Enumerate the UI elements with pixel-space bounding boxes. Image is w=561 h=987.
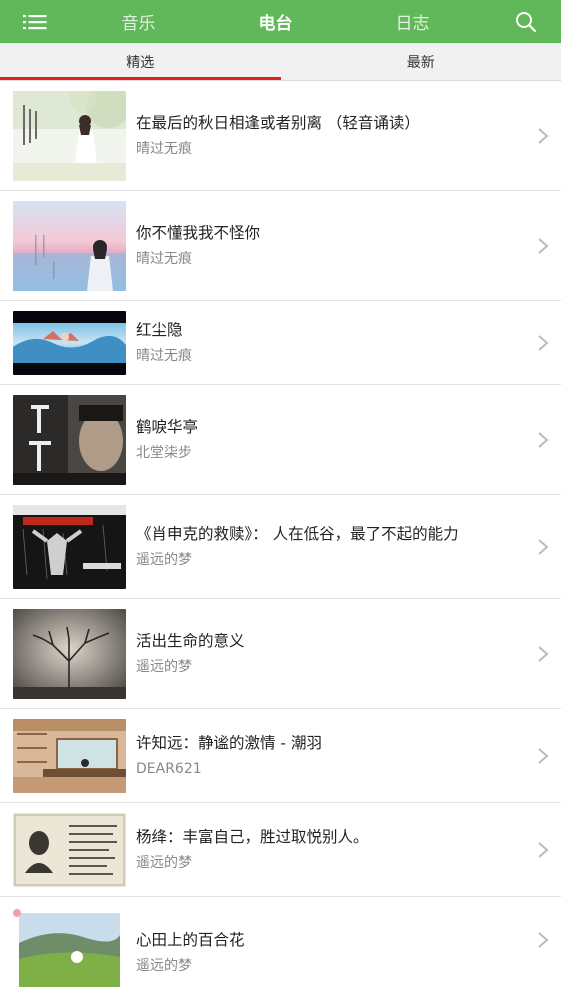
thumbnail-lily-field (13, 907, 126, 987)
radio-list: 在最后的秋日相逢或者别离 （轻音诵读） 晴过无痕 你不懂我我不怪你 晴过无痕 (0, 81, 561, 987)
item-author: 遥远的梦 (136, 853, 561, 873)
list-item[interactable]: 许知远：静谧的激情 - 潮羽 DEAR621 (0, 709, 561, 803)
item-title: 你不懂我我不怪你 (136, 222, 561, 244)
chevron-right-icon (537, 538, 549, 556)
thumbnail-bare-tree (13, 609, 126, 699)
thumbnail-shawshank-poster (13, 505, 126, 589)
search-icon[interactable] (491, 0, 561, 43)
thumbnail-woman-pink-sky (13, 201, 126, 291)
chevron-right-icon (537, 747, 549, 765)
thumbnail-reading-room (13, 719, 126, 793)
list-item[interactable]: 在最后的秋日相逢或者别离 （轻音诵读） 晴过无痕 (0, 81, 561, 191)
list-item[interactable]: 杨绛：丰富自己，胜过取悦别人。 遥远的梦 (0, 803, 561, 897)
thumbnail-woman-autumn (13, 91, 126, 181)
item-title: 在最后的秋日相逢或者别离 （轻音诵读） (136, 112, 561, 134)
list-item[interactable]: 心田上的百合花 遥远的梦 (0, 897, 561, 987)
item-title: 杨绛：丰富自己，胜过取悦别人。 (136, 826, 561, 848)
item-author: 晴过无痕 (136, 139, 561, 159)
chevron-right-icon (537, 931, 549, 949)
tab-featured[interactable]: 精选 (0, 43, 281, 80)
chevron-right-icon (537, 334, 549, 352)
nav-diary[interactable]: 日志 (396, 9, 430, 34)
thumbnail-drama-poster (13, 395, 126, 485)
thumbnail-vintage-portrait-letter (13, 813, 126, 887)
list-item[interactable]: 活出生命的意义 遥远的梦 (0, 599, 561, 709)
item-author: DEAR621 (136, 759, 561, 779)
list-menu-icon[interactable] (0, 0, 70, 43)
chevron-right-icon (537, 645, 549, 663)
chevron-right-icon (537, 127, 549, 145)
chevron-right-icon (537, 841, 549, 859)
list-item[interactable]: 鹤唳华亭 北堂柒步 (0, 385, 561, 495)
item-author: 晴过无痕 (136, 346, 561, 366)
chevron-right-icon (537, 431, 549, 449)
item-author: 遥远的梦 (136, 657, 561, 677)
item-author: 晴过无痕 (136, 249, 561, 269)
nav-radio[interactable]: 电台 (259, 9, 293, 34)
sub-tabs: 精选 最新 (0, 43, 561, 81)
list-item[interactable]: 你不懂我我不怪你 晴过无痕 (0, 191, 561, 301)
top-bar: 音乐 电台 日志 (0, 0, 561, 43)
thumbnail-misty-landscape (13, 311, 126, 375)
item-title: 活出生命的意义 (136, 630, 561, 652)
item-title: 鹤唳华亭 (136, 416, 561, 438)
list-item[interactable]: 红尘隐 晴过无痕 (0, 301, 561, 385)
item-title: 红尘隐 (136, 319, 561, 341)
tab-latest[interactable]: 最新 (281, 43, 561, 80)
item-author: 遥远的梦 (136, 956, 561, 976)
item-title: 心田上的百合花 (136, 929, 561, 951)
item-author: 北堂柒步 (136, 443, 561, 463)
item-title: 《肖申克的救赎》： 人在低谷，最了不起的能力 (136, 523, 561, 545)
main-nav: 音乐 电台 日志 (70, 9, 491, 34)
list-item[interactable]: 《肖申克的救赎》： 人在低谷，最了不起的能力 遥远的梦 (0, 495, 561, 599)
chevron-right-icon (537, 237, 549, 255)
item-title: 许知远：静谧的激情 - 潮羽 (136, 732, 561, 754)
nav-music[interactable]: 音乐 (122, 9, 156, 34)
item-author: 遥远的梦 (136, 550, 561, 570)
